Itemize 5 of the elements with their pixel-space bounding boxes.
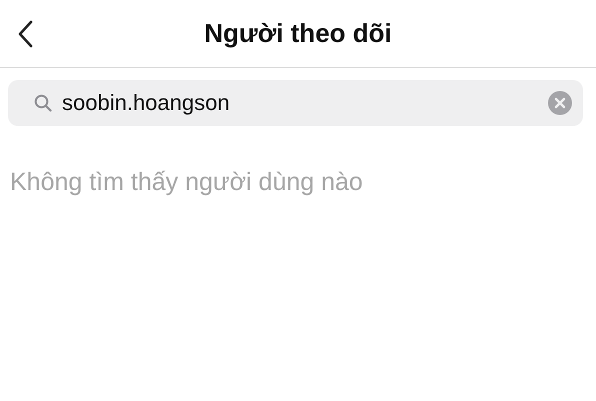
screen-title: Người theo dõi bbox=[204, 18, 392, 49]
search-icon bbox=[34, 94, 52, 112]
empty-message: Không tìm thấy người dùng nào bbox=[10, 168, 364, 197]
search-field[interactable]: soobin.hoangson bbox=[8, 80, 583, 126]
back-icon[interactable] bbox=[17, 20, 33, 48]
